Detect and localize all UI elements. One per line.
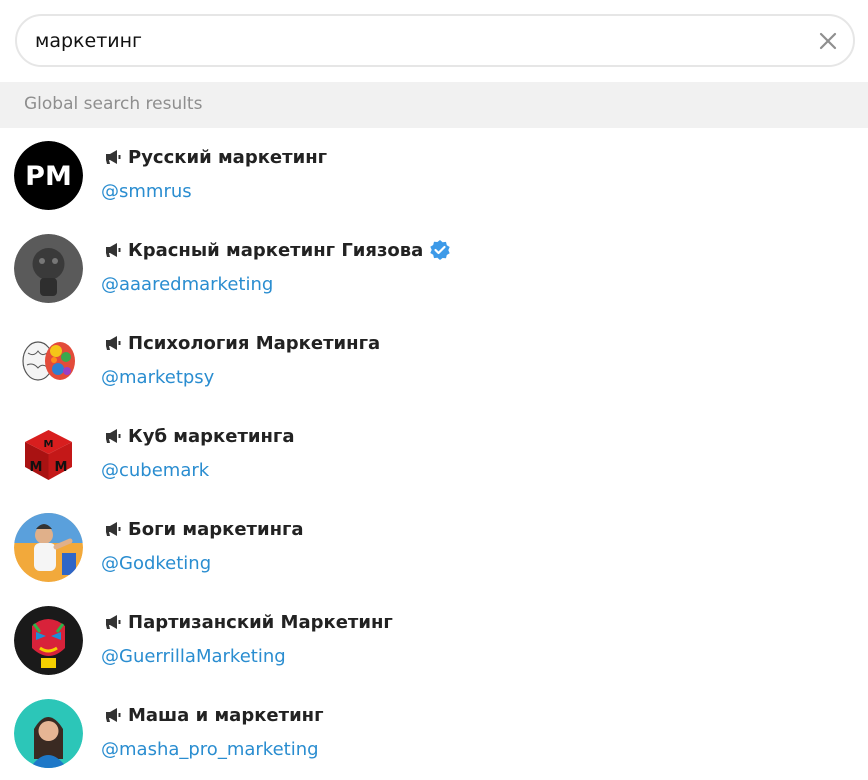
channel-name: Красный маркетинг Гиязова xyxy=(128,239,424,261)
result-item[interactable]: Психология Маркетинга @marketpsy xyxy=(0,314,868,407)
channel-username[interactable]: @marketpsy xyxy=(101,367,214,388)
close-icon xyxy=(819,32,837,50)
search-bar xyxy=(0,0,868,82)
channel-username[interactable]: @Godketing xyxy=(101,553,211,574)
svg-text:M: M xyxy=(30,460,43,475)
result-item[interactable]: PM Русский маркетинг @smmrus xyxy=(0,128,868,221)
result-item[interactable]: Партизанский Маркетинг @GuerrillaMarketi… xyxy=(0,593,868,686)
avatar xyxy=(14,606,83,675)
avatar xyxy=(14,327,83,396)
channel-name: Психология Маркетинга xyxy=(128,332,381,354)
section-label: Global search results xyxy=(24,94,203,114)
avatar xyxy=(14,513,83,582)
avatar: PM xyxy=(14,141,83,210)
megaphone-icon xyxy=(106,336,121,350)
svg-text:M: M xyxy=(55,460,68,475)
search-box[interactable] xyxy=(15,14,855,67)
global-search-header: Global search results xyxy=(0,82,868,128)
channel-username[interactable]: @GuerrillaMarketing xyxy=(101,646,286,667)
channel-username[interactable]: @masha_pro_marketing xyxy=(101,739,319,760)
megaphone-icon xyxy=(106,150,121,164)
results-list: PM Русский маркетинг @smmrus Красный мар… xyxy=(0,128,868,779)
megaphone-icon xyxy=(106,708,121,722)
channel-username[interactable]: @smmrus xyxy=(101,181,192,202)
megaphone-icon xyxy=(106,615,121,629)
channel-name: Партизанский Маркетинг xyxy=(128,611,393,633)
megaphone-icon xyxy=(106,522,121,536)
channel-name: Русский маркетинг xyxy=(128,146,328,168)
verified-badge-icon xyxy=(430,240,451,260)
avatar-text: PM xyxy=(25,161,72,192)
result-item[interactable]: Боги маркетинга @Godketing xyxy=(0,500,868,593)
channel-username[interactable]: @aaaredmarketing xyxy=(101,274,273,295)
svg-text:M: M xyxy=(44,439,54,450)
result-item[interactable]: Маша и маркетинг @masha_pro_marketing xyxy=(0,686,868,779)
search-input[interactable] xyxy=(35,28,795,54)
channel-name: Боги маркетинга xyxy=(128,518,304,540)
channel-name: Куб маркетинга xyxy=(128,425,295,447)
channel-username[interactable]: @cubemark xyxy=(101,460,209,481)
result-item[interactable]: Красный маркетинг Гиязова @aaaredmarketi… xyxy=(0,221,868,314)
result-item[interactable]: M M M Куб маркетинга @cubemark xyxy=(0,407,868,500)
avatar xyxy=(14,699,83,768)
avatar xyxy=(14,234,83,303)
channel-name: Маша и маркетинг xyxy=(128,704,324,726)
megaphone-icon xyxy=(106,243,121,257)
clear-search-button[interactable] xyxy=(817,30,839,52)
avatar: M M M xyxy=(14,420,83,489)
megaphone-icon xyxy=(106,429,121,443)
